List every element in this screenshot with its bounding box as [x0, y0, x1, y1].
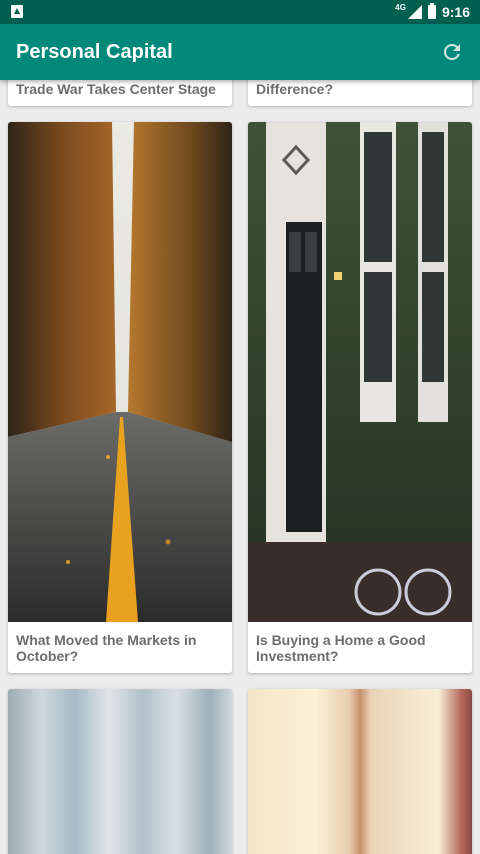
refresh-button[interactable]	[436, 36, 468, 68]
article-feed[interactable]: Trade War Takes Center Stage Difference?	[0, 80, 480, 854]
network-type: 4G	[395, 2, 406, 12]
article-image	[8, 689, 232, 854]
article-card[interactable]: Is Buying a Home a Good Investment?	[248, 122, 472, 673]
article-image	[8, 122, 232, 622]
article-title: Difference?	[256, 81, 334, 97]
signal-icon	[407, 5, 422, 19]
app-title: Personal Capital	[16, 41, 173, 63]
article-image	[248, 689, 472, 854]
article-title: Is Buying a Home a Good Investment?	[256, 632, 426, 664]
notification-icon	[11, 5, 23, 18]
app-bar: Personal Capital	[0, 24, 480, 80]
battery-icon	[427, 3, 436, 19]
article-title: What Moved the Markets in October?	[16, 632, 197, 664]
refresh-icon	[443, 43, 460, 60]
article-card[interactable]: Difference?	[248, 80, 472, 106]
article-image	[248, 122, 472, 622]
article-card[interactable]: What Moved the Markets in October?	[8, 122, 232, 673]
status-time: 9:16	[441, 4, 470, 20]
article-title: Trade War Takes Center Stage	[16, 81, 216, 97]
article-card[interactable]	[8, 689, 232, 854]
article-card[interactable]: Trade War Takes Center Stage	[8, 80, 232, 106]
status-icons: 4G 9:16	[395, 0, 470, 24]
status-bar: 4G 9:16	[0, 0, 480, 24]
article-card[interactable]	[248, 689, 472, 854]
